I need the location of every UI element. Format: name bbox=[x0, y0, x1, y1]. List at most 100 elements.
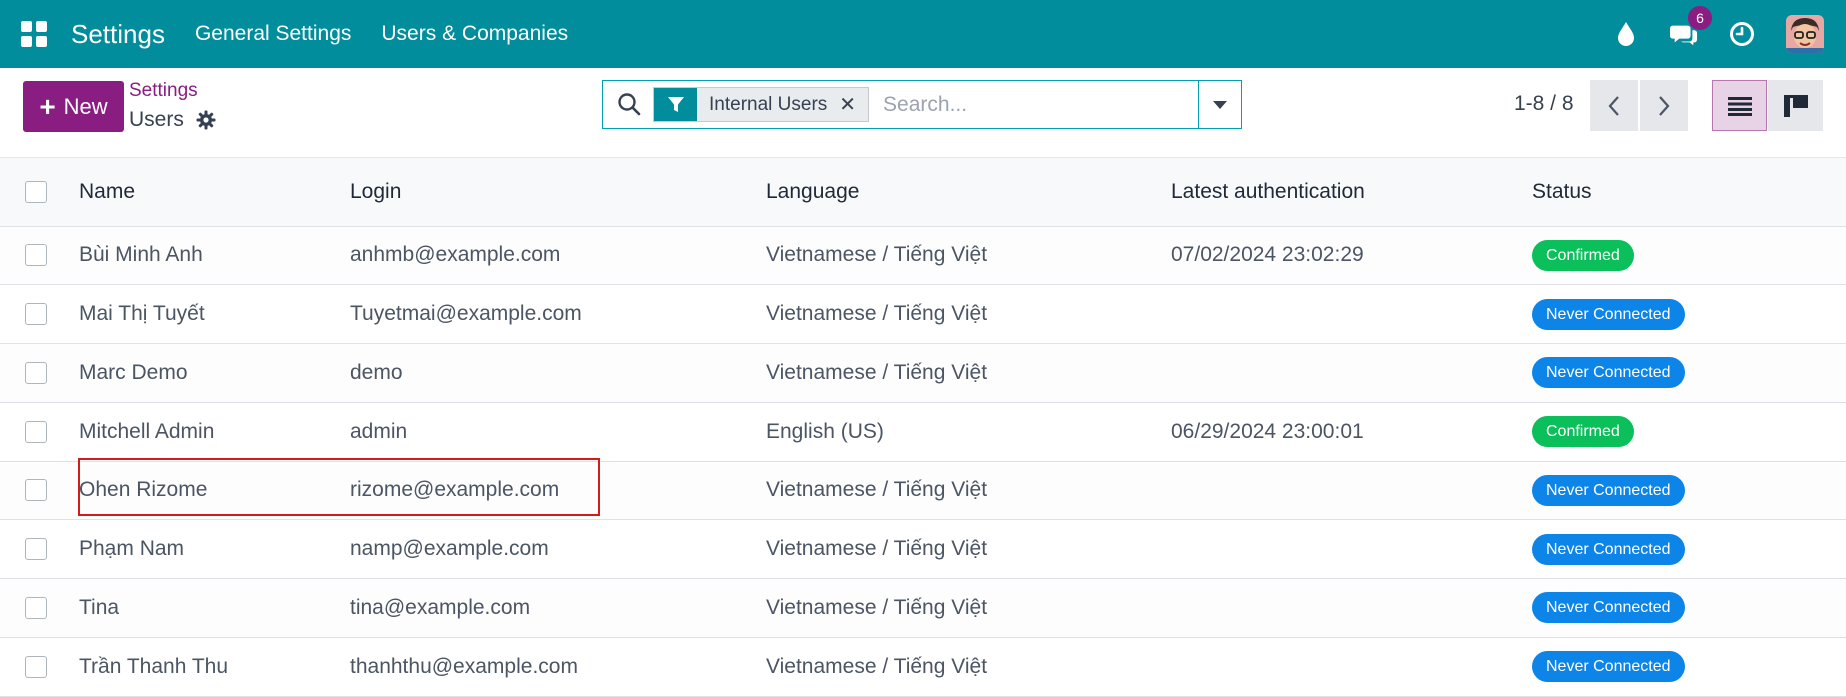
row-checkbox[interactable] bbox=[25, 244, 47, 267]
pager-previous-button[interactable] bbox=[1590, 80, 1638, 131]
table-row[interactable]: Mai Thị Tuyết Tuyetmai@example.com Vietn… bbox=[0, 284, 1846, 344]
new-button[interactable]: + New bbox=[23, 81, 124, 132]
facet-label: Internal Users bbox=[709, 93, 828, 115]
cell-latest-authentication[interactable] bbox=[1170, 519, 1531, 579]
cell-login[interactable]: Tuyetmai@example.com bbox=[349, 284, 765, 344]
row-checkbox[interactable] bbox=[25, 538, 47, 561]
row-checkbox[interactable] bbox=[25, 596, 47, 619]
filter-funnel-icon bbox=[654, 88, 697, 121]
status-badge: Never Connected bbox=[1532, 474, 1685, 506]
cell-login[interactable]: tina@example.com bbox=[349, 578, 765, 638]
select-all-cell bbox=[0, 158, 78, 227]
cell-latest-authentication[interactable] bbox=[1170, 578, 1531, 638]
cell-status[interactable]: Never Connected bbox=[1531, 284, 1846, 344]
row-checkbox[interactable] bbox=[25, 420, 47, 443]
cell-login[interactable]: anhmb@example.com bbox=[349, 226, 765, 286]
status-badge: Confirmed bbox=[1532, 416, 1634, 448]
cell-latest-authentication[interactable] bbox=[1170, 343, 1531, 403]
breadcrumb-settings[interactable]: Settings bbox=[129, 80, 198, 102]
highlight-annotation-box bbox=[78, 458, 600, 516]
search-input[interactable] bbox=[881, 91, 1186, 118]
cell-name[interactable]: Mitchell Admin bbox=[78, 402, 349, 462]
list-view-button[interactable] bbox=[1712, 80, 1767, 131]
top-navbar: Settings General Settings Users & Compan… bbox=[0, 0, 1846, 68]
row-select-cell bbox=[0, 519, 78, 579]
caret-down-icon bbox=[1213, 100, 1227, 109]
row-select-cell bbox=[0, 284, 78, 344]
select-all-checkbox[interactable] bbox=[25, 180, 47, 203]
cell-name[interactable]: Tina bbox=[78, 578, 349, 638]
status-badge: Never Connected bbox=[1532, 592, 1685, 624]
cell-latest-authentication[interactable]: 06/29/2024 23:00:01 bbox=[1170, 402, 1531, 462]
menu-users-companies[interactable]: Users & Companies bbox=[381, 22, 568, 46]
status-badge: Never Connected bbox=[1532, 357, 1685, 389]
row-checkbox[interactable] bbox=[25, 303, 47, 326]
cell-status[interactable]: Never Connected bbox=[1531, 637, 1846, 697]
cell-name[interactable]: Phạm Nam bbox=[78, 519, 349, 579]
cell-language[interactable]: Vietnamese / Tiếng Việt bbox=[765, 226, 1170, 286]
search-options-toggle[interactable] bbox=[1198, 81, 1241, 128]
user-avatar[interactable] bbox=[1786, 15, 1824, 53]
table-header-row: Name Login Language Latest authenticatio… bbox=[0, 158, 1846, 227]
cell-latest-authentication[interactable] bbox=[1170, 461, 1531, 521]
cell-latest-authentication[interactable] bbox=[1170, 284, 1531, 344]
water-drop-icon[interactable] bbox=[1612, 20, 1640, 48]
cell-language[interactable]: Vietnamese / Tiếng Việt bbox=[765, 343, 1170, 403]
status-badge: Confirmed bbox=[1532, 239, 1634, 271]
kanban-view-icon bbox=[1783, 94, 1808, 117]
cell-login[interactable]: admin bbox=[349, 402, 765, 462]
pager-next-button[interactable] bbox=[1640, 80, 1688, 131]
clock-icon[interactable] bbox=[1728, 20, 1756, 48]
search-icon[interactable] bbox=[617, 92, 643, 118]
breadcrumb-current: Users bbox=[129, 108, 216, 132]
messages-badge: 6 bbox=[1688, 6, 1712, 30]
header-name[interactable]: Name bbox=[78, 158, 349, 227]
menu-general-settings[interactable]: General Settings bbox=[195, 22, 351, 46]
kanban-view-button[interactable] bbox=[1768, 80, 1823, 131]
users-table: Name Login Language Latest authenticatio… bbox=[0, 158, 1846, 697]
row-checkbox[interactable] bbox=[25, 479, 47, 502]
facet-remove-icon[interactable]: ✕ bbox=[839, 92, 868, 117]
cell-language[interactable]: Vietnamese / Tiếng Việt bbox=[765, 578, 1170, 638]
row-checkbox[interactable] bbox=[25, 655, 47, 678]
cell-name[interactable]: Mai Thị Tuyết bbox=[78, 284, 349, 344]
cell-language[interactable]: Vietnamese / Tiếng Việt bbox=[765, 519, 1170, 579]
table-row[interactable]: Phạm Nam namp@example.com Vietnamese / T… bbox=[0, 519, 1846, 579]
cell-language[interactable]: Vietnamese / Tiếng Việt bbox=[765, 637, 1170, 697]
table-row[interactable]: Marc Demo demo Vietnamese / Tiếng Việt N… bbox=[0, 343, 1846, 403]
table-row[interactable]: Tina tina@example.com Vietnamese / Tiếng… bbox=[0, 578, 1846, 638]
table-row[interactable]: Bùi Minh Anh anhmb@example.com Vietnames… bbox=[0, 226, 1846, 286]
header-login[interactable]: Login bbox=[349, 158, 765, 227]
chat-bubbles-icon[interactable]: 6 bbox=[1670, 6, 1712, 48]
cell-login[interactable]: demo bbox=[349, 343, 765, 403]
apps-grid-icon[interactable] bbox=[21, 21, 47, 47]
row-select-cell bbox=[0, 343, 78, 403]
header-language[interactable]: Language bbox=[765, 158, 1170, 227]
cell-name[interactable]: Trần Thanh Thu bbox=[78, 637, 349, 697]
cell-name[interactable]: Marc Demo bbox=[78, 343, 349, 403]
chevron-left-icon bbox=[1608, 95, 1619, 116]
table-row[interactable]: Mitchell Admin admin English (US) 06/29/… bbox=[0, 402, 1846, 462]
cell-status[interactable]: Never Connected bbox=[1531, 461, 1846, 521]
cell-login[interactable]: thanhthu@example.com bbox=[349, 637, 765, 697]
pager-value[interactable]: 1-8 / 8 bbox=[1514, 92, 1574, 116]
gear-icon[interactable] bbox=[196, 110, 216, 130]
table-row[interactable]: Trần Thanh Thu thanhthu@example.com Viet… bbox=[0, 637, 1846, 697]
row-checkbox[interactable] bbox=[25, 361, 47, 384]
cell-status[interactable]: Confirmed bbox=[1531, 402, 1846, 462]
cell-language[interactable]: Vietnamese / Tiếng Việt bbox=[765, 461, 1170, 521]
header-latest-authentication[interactable]: Latest authentication bbox=[1170, 158, 1531, 227]
search-facet: Internal Users ✕ bbox=[653, 87, 870, 122]
header-status[interactable]: Status bbox=[1531, 158, 1846, 227]
cell-status[interactable]: Confirmed bbox=[1531, 226, 1846, 286]
cell-status[interactable]: Never Connected bbox=[1531, 578, 1846, 638]
cell-login[interactable]: namp@example.com bbox=[349, 519, 765, 579]
app-name[interactable]: Settings bbox=[71, 19, 165, 50]
cell-name[interactable]: Bùi Minh Anh bbox=[78, 226, 349, 286]
cell-status[interactable]: Never Connected bbox=[1531, 343, 1846, 403]
cell-language[interactable]: Vietnamese / Tiếng Việt bbox=[765, 284, 1170, 344]
cell-language[interactable]: English (US) bbox=[765, 402, 1170, 462]
cell-latest-authentication[interactable] bbox=[1170, 637, 1531, 697]
cell-latest-authentication[interactable]: 07/02/2024 23:02:29 bbox=[1170, 226, 1531, 286]
cell-status[interactable]: Never Connected bbox=[1531, 519, 1846, 579]
